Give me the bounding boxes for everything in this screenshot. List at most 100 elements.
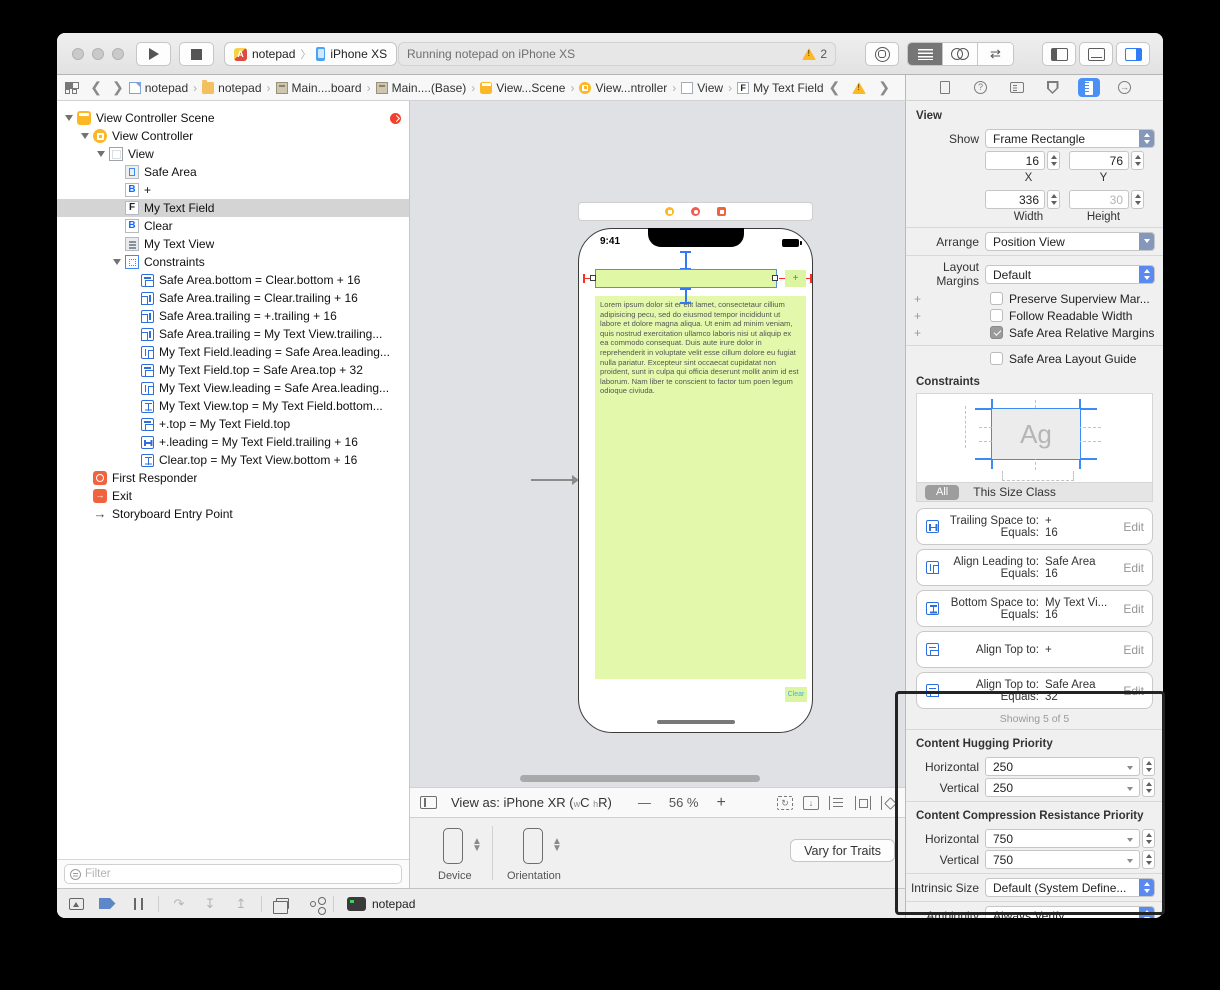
resize-knob-right[interactable] <box>772 275 778 281</box>
jumpbar-item-notepad[interactable]: notepad <box>202 81 261 95</box>
filter-field[interactable] <box>64 864 402 884</box>
plus-button[interactable]: + <box>785 270 806 287</box>
next-issue-button[interactable]: ❯ <box>878 79 890 96</box>
disclosure-triangle-icon[interactable] <box>65 115 73 121</box>
intrinsic-size-popup[interactable]: Default (System Define... <box>985 878 1155 897</box>
all-size-classes-button[interactable]: All <box>925 485 959 500</box>
edit-constraint-button[interactable]: Edit <box>1123 561 1144 575</box>
constraint-card[interactable]: Align Top to:+Edit <box>916 631 1153 668</box>
breakpoints-toggle-button[interactable] <box>96 895 118 912</box>
height-field[interactable]: 30 <box>1069 190 1129 209</box>
first-responder-icon[interactable] <box>691 207 700 216</box>
jumpbar-item-my-text-field[interactable]: FMy Text Field <box>737 81 823 95</box>
stop-button[interactable] <box>179 42 214 66</box>
outline-row[interactable]: Clear.top = My Text View.bottom + 16 <box>57 451 409 469</box>
width-stepper[interactable] <box>1047 190 1060 209</box>
edit-constraint-button[interactable]: Edit <box>1123 602 1144 616</box>
tab-identity-inspector[interactable] <box>1006 78 1028 97</box>
outline-row[interactable]: My Text View <box>57 235 409 253</box>
assistant-editor-button[interactable] <box>943 43 978 65</box>
zoom-window-button[interactable] <box>112 48 124 60</box>
outline-row[interactable]: View Controller Scene <box>57 109 409 127</box>
forward-button[interactable]: ❯ <box>112 79 124 96</box>
constraint-card[interactable]: Align Top to:Safe AreaEquals:32Edit <box>916 672 1153 709</box>
checkbox[interactable] <box>990 292 1003 305</box>
view-as-label[interactable]: View as: iPhone XR (wC hR) <box>451 795 612 810</box>
orientation-icon[interactable] <box>523 828 543 864</box>
orientation-stepper[interactable]: ▲▼ <box>552 838 562 852</box>
outline-row[interactable]: B+ <box>57 181 409 199</box>
jumpbar-item-main-board[interactable]: Main....board <box>276 81 362 95</box>
issue-warning-icon[interactable] <box>852 82 866 94</box>
process-chip[interactable]: notepad <box>347 897 415 911</box>
compression-horizontal-combo[interactable]: 750 <box>985 829 1140 848</box>
outline-row[interactable]: Safe Area <box>57 163 409 181</box>
stack-icon[interactable] <box>829 796 845 810</box>
edit-constraint-button[interactable]: Edit <box>1123 520 1144 534</box>
checkbox[interactable] <box>990 326 1003 339</box>
disclosure-triangle-icon[interactable] <box>97 151 105 157</box>
iphone-canvas[interactable]: 9:41 <box>578 228 813 733</box>
checkbox[interactable] <box>990 352 1003 365</box>
scheme-selector[interactable]: A notepad 〉 iPhone XS <box>224 42 397 66</box>
checkbox[interactable] <box>990 309 1003 322</box>
outline-row[interactable]: My Text Field.top = Safe Area.top + 32 <box>57 361 409 379</box>
tab-size-inspector[interactable] <box>1078 78 1100 97</box>
outline-row[interactable]: +.top = My Text Field.top <box>57 415 409 433</box>
tab-quick-help[interactable]: ? <box>970 78 992 97</box>
device-stepper[interactable]: ▲▼ <box>472 838 482 852</box>
jumpbar-item-view-ntroller[interactable]: View...ntroller <box>579 81 667 95</box>
disclosure-triangle-icon[interactable] <box>113 259 121 265</box>
step-into-button[interactable]: ↧ <box>199 895 221 912</box>
pin-icon[interactable] <box>881 796 897 810</box>
update-frames-icon[interactable]: ↻ <box>777 796 793 810</box>
outline-row[interactable]: My Text View.top = My Text Field.bottom.… <box>57 397 409 415</box>
edit-constraint-button[interactable]: Edit <box>1123 643 1144 657</box>
filter-input[interactable] <box>85 868 396 880</box>
x-stepper[interactable] <box>1047 151 1060 170</box>
show-popup[interactable]: Frame Rectangle <box>985 129 1155 148</box>
jumpbar-item-notepad[interactable]: notepad <box>129 81 188 95</box>
constraints-preview[interactable]: Ag <box>916 393 1153 483</box>
outline-row[interactable]: +.leading = My Text Field.trailing + 16 <box>57 433 409 451</box>
tab-connections-inspector[interactable]: → <box>1114 78 1136 97</box>
vary-for-traits-button[interactable]: Vary for Traits <box>790 839 895 862</box>
zoom-level[interactable]: 56 % <box>669 795 699 810</box>
standard-editor-button[interactable] <box>908 43 943 65</box>
memory-graph-button[interactable] <box>302 895 324 912</box>
outline-row[interactable]: Safe Area.trailing = Clear.trailing + 16 <box>57 289 409 307</box>
outline-row[interactable]: My Text Field.leading = Safe Area.leadin… <box>57 343 409 361</box>
step-over-button[interactable]: ↷ <box>168 895 190 912</box>
pause-button[interactable] <box>127 895 149 912</box>
jumpbar-item-main-base-[interactable]: Main....(Base) <box>376 81 467 95</box>
outline-row[interactable]: Safe Area.bottom = Clear.bottom + 16 <box>57 271 409 289</box>
jumpbar-item-view[interactable]: View <box>681 81 723 95</box>
outline-row[interactable]: View <box>57 145 409 163</box>
constraint-card[interactable]: Align Leading to:Safe AreaEquals:16Edit <box>916 549 1153 586</box>
disclosure-triangle-icon[interactable] <box>81 133 89 139</box>
hide-debug-area-button[interactable] <box>65 895 87 912</box>
y-field[interactable]: 76 <box>1069 151 1129 170</box>
width-field[interactable]: 336 <box>985 190 1045 209</box>
constraint-card[interactable]: Bottom Space to:My Text Vi...Equals:16Ed… <box>916 590 1153 627</box>
layout-margins-popup[interactable]: Default <box>985 265 1155 284</box>
compression-vertical-combo[interactable]: 750 <box>985 850 1140 869</box>
hugging-horizontal-stepper[interactable] <box>1142 757 1155 776</box>
compression-horizontal-stepper[interactable] <box>1142 829 1155 848</box>
outline-row[interactable]: →Storyboard Entry Point <box>57 505 409 523</box>
add-variation-button[interactable]: + <box>914 309 926 323</box>
version-editor-button[interactable]: ⇄ <box>978 43 1013 65</box>
clear-button[interactable]: Clear <box>785 687 807 702</box>
height-stepper[interactable] <box>1131 190 1144 209</box>
run-button[interactable] <box>136 42 171 66</box>
library-button[interactable] <box>865 42 899 66</box>
resize-knob-left[interactable] <box>590 275 596 281</box>
compression-vertical-stepper[interactable] <box>1142 850 1155 869</box>
device-bar-toggle-icon[interactable] <box>420 796 437 809</box>
zoom-out-button[interactable]: — <box>638 795 651 810</box>
outline-row[interactable]: →Exit <box>57 487 409 505</box>
horizontal-scrollbar[interactable] <box>520 775 760 782</box>
add-variation-button[interactable]: + <box>914 326 926 340</box>
outline-row[interactable]: FMy Text Field <box>57 199 409 217</box>
storyboard-canvas[interactable]: 9:41 <box>410 101 905 787</box>
